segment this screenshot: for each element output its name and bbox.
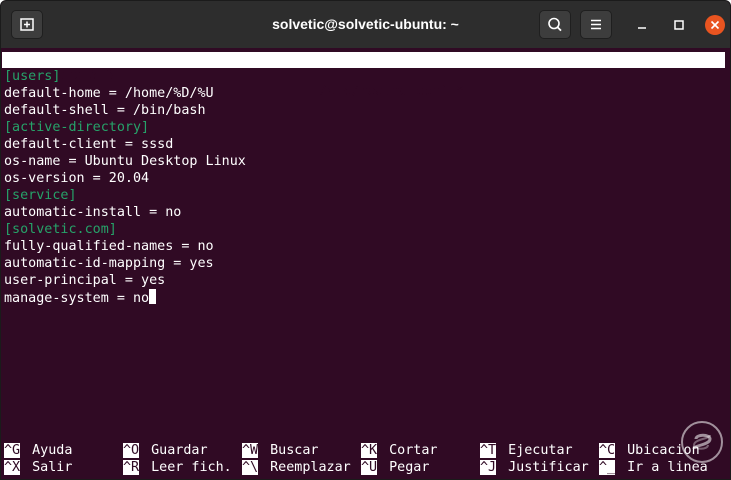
shortcut-label: Cortar	[389, 443, 438, 458]
shortcut-label: Ayuda	[32, 443, 73, 458]
shortcut-replace[interactable]: ^\ Reemplazar	[242, 459, 351, 476]
shortcut-key: ^O	[123, 443, 140, 458]
shortcut-key: ^C	[599, 443, 616, 458]
shortcut-read-file[interactable]: ^R Leer fich.	[123, 459, 232, 476]
shortcut-label: Guardar	[151, 443, 208, 458]
close-button[interactable]	[705, 15, 725, 35]
shortcut-label: Ejecutar	[508, 443, 573, 458]
shortcut-key: ^T	[480, 443, 497, 458]
minimize-icon	[638, 27, 646, 29]
editor-line: user-principal = yes	[4, 273, 166, 288]
window-title: solvetic@solvetic-ubuntu: ~	[272, 16, 459, 32]
shortcut-key: ^R	[123, 460, 140, 475]
editor-line: [service]	[4, 188, 77, 203]
search-button[interactable]	[539, 10, 571, 39]
close-icon	[710, 20, 720, 30]
watermark-logo-icon	[681, 421, 723, 463]
editor-line: automatic-install = no	[4, 205, 182, 220]
editor-line: default-client = sssd	[4, 137, 174, 152]
shortcut-key: ^_	[599, 460, 616, 475]
shortcut-key: ^K	[361, 443, 378, 458]
menu-button[interactable]	[580, 10, 612, 39]
shortcut-exit[interactable]: ^X Salir	[4, 459, 72, 476]
shortcut-key: ^U	[361, 460, 378, 475]
text-cursor	[149, 289, 157, 304]
maximize-icon	[674, 20, 684, 30]
shortcut-paste[interactable]: ^U Pegar	[361, 459, 429, 476]
nano-filename: /etc/realmd.conf *	[319, 84, 465, 99]
shortcut-key: ^X	[4, 460, 21, 475]
shortcut-key: ^W	[242, 443, 259, 458]
shortcut-label: Leer fich.	[151, 460, 232, 475]
hamburger-menu-icon	[591, 19, 601, 30]
maximize-button[interactable]	[670, 16, 688, 34]
shortcut-label: Pegar	[389, 460, 430, 475]
editor-line: default-home = /home/%D/%U	[4, 86, 214, 101]
shortcut-label: Reemplazar	[270, 460, 351, 475]
editor-line: [users]	[4, 69, 61, 84]
shortcut-key: ^G	[4, 443, 21, 458]
shortcut-label: Justificar	[508, 460, 589, 475]
shortcut-key: ^J	[480, 460, 497, 475]
editor-line: [solvetic.com]	[4, 222, 117, 237]
terminal-window: solvetic@solvetic-ubuntu: ~ GNU nano 5.3…	[0, 0, 731, 480]
minimize-button[interactable]	[633, 16, 651, 34]
shortcut-execute[interactable]: ^T Ejecutar	[480, 442, 573, 459]
editor-line-current: manage-system = no	[4, 289, 157, 306]
nano-header: GNU nano 5.3 /etc/realmd.conf *	[2, 52, 725, 99]
editor-line: os-version = 20.04	[4, 171, 150, 186]
shortcut-label: Salir	[32, 460, 73, 475]
shortcut-cut[interactable]: ^K Cortar	[361, 442, 438, 459]
shortcut-search[interactable]: ^W Buscar	[242, 442, 319, 459]
shortcut-save[interactable]: ^O Guardar	[123, 442, 208, 459]
search-icon	[548, 17, 562, 32]
editor-line: os-name = Ubuntu Desktop Linux	[4, 154, 246, 169]
shortcut-label: Buscar	[270, 443, 319, 458]
editor-line: automatic-id-mapping = yes	[4, 256, 214, 271]
shortcut-help[interactable]: ^G Ayuda	[4, 442, 72, 459]
shortcut-justify[interactable]: ^J Justificar	[480, 459, 589, 476]
shortcut-key: ^\	[242, 460, 259, 475]
editor-line: default-shell = /bin/bash	[4, 103, 206, 118]
title-bar[interactable]: solvetic@solvetic-ubuntu: ~	[1, 1, 730, 48]
editor-line-text: manage-system = no	[4, 291, 150, 306]
editor-line: fully-qualified-names = no	[4, 239, 214, 254]
editor-line: [active-directory]	[4, 120, 150, 135]
terminal-area[interactable]: GNU nano 5.3 /etc/realmd.conf * [users] …	[2, 48, 729, 479]
